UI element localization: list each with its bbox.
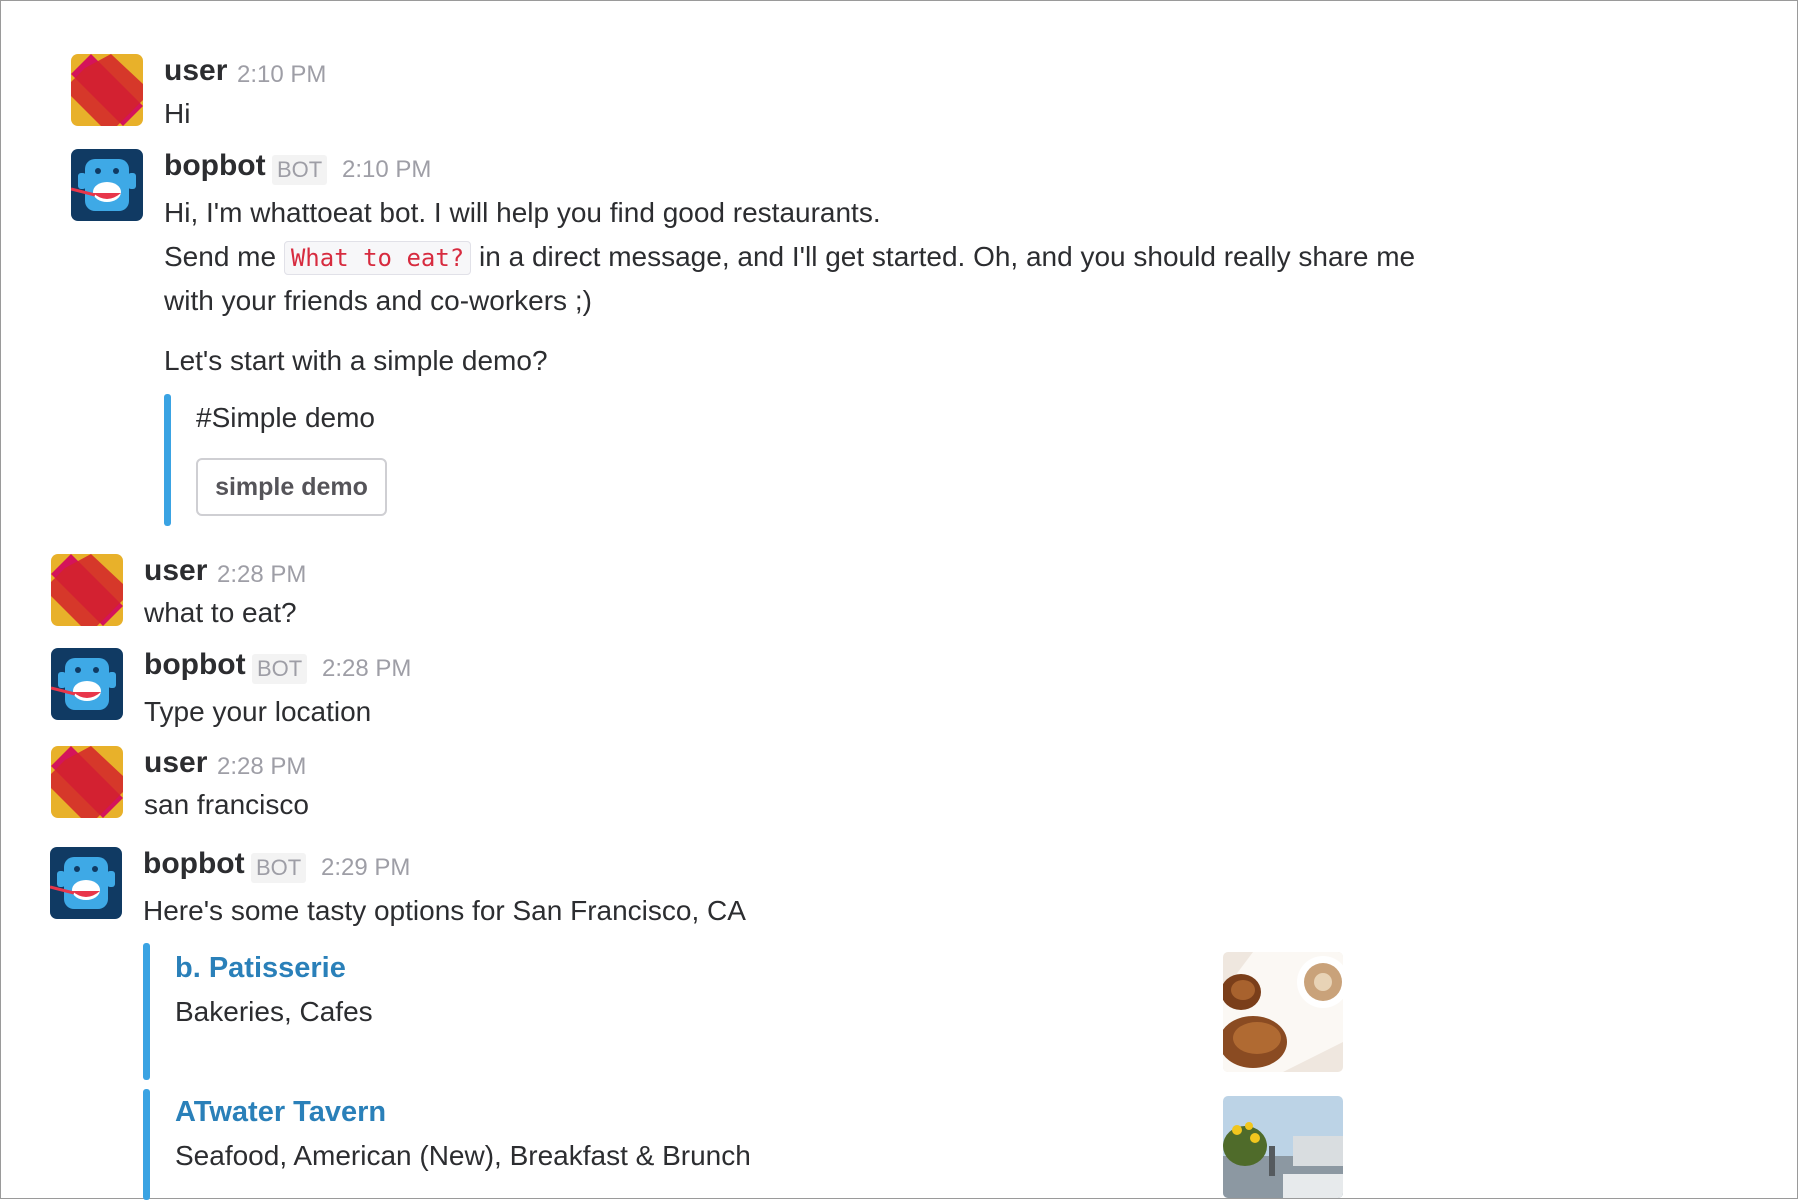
attachment-bar	[164, 394, 171, 526]
message-text: Here's some tasty options for San Franci…	[143, 895, 746, 926]
message-text: with your friends and co-workers ;)	[164, 285, 592, 316]
sender-name[interactable]: bopbot	[143, 847, 245, 881]
message-text: Send me	[164, 241, 284, 272]
user-avatar[interactable]	[71, 54, 143, 126]
timestamp[interactable]: 2:29 PM	[321, 854, 410, 882]
restaurant-categories: Bakeries, Cafes	[175, 996, 373, 1027]
message-text: what to eat?	[144, 597, 297, 628]
timestamp[interactable]: 2:28 PM	[322, 655, 411, 683]
restaurant-thumbnail[interactable]	[1223, 952, 1343, 1072]
attachment-bar	[143, 1089, 150, 1200]
attachment-title: #Simple demo	[196, 402, 375, 433]
restaurant-categories: Seafood, American (New), Breakfast & Bru…	[175, 1140, 751, 1171]
sender-name[interactable]: bopbot	[164, 149, 266, 183]
bot-badge: BOT	[251, 853, 307, 883]
message-text: san francisco	[144, 789, 309, 820]
message-text-line2: Send me What to eat? in a direct message…	[164, 240, 1415, 275]
chat-frame: user 2:10 PM Hi bopbot BOT 2:10 PM Hi, I…	[0, 0, 1798, 1200]
simple-demo-button[interactable]: simple demo	[196, 458, 387, 516]
bot-avatar[interactable]	[51, 648, 123, 720]
sender-name[interactable]: user	[144, 554, 207, 588]
timestamp[interactable]: 2:10 PM	[342, 156, 431, 184]
attachment-bar	[143, 943, 150, 1080]
bot-badge: BOT	[252, 654, 308, 684]
inline-code: What to eat?	[283, 241, 472, 275]
message-text: Type your location	[144, 696, 372, 727]
timestamp[interactable]: 2:28 PM	[217, 561, 306, 589]
message-text: in a direct message, and I'll get starte…	[471, 241, 1416, 272]
timestamp[interactable]: 2:10 PM	[237, 61, 326, 89]
user-avatar[interactable]	[51, 746, 123, 818]
sender-name[interactable]: bopbot	[144, 648, 246, 682]
restaurant-link[interactable]: b. Patisserie	[175, 952, 346, 985]
timestamp[interactable]: 2:28 PM	[217, 753, 306, 781]
user-avatar[interactable]	[51, 554, 123, 626]
sender-name[interactable]: user	[144, 746, 207, 780]
message-text: Let's start with a simple demo?	[164, 345, 548, 376]
restaurant-thumbnail[interactable]	[1223, 1096, 1343, 1198]
message-text: Hi, I'm whattoeat bot. I will help you f…	[164, 197, 881, 228]
sender-name[interactable]: user	[164, 54, 227, 88]
message-text: Hi	[164, 98, 191, 129]
restaurant-link[interactable]: ATwater Tavern	[175, 1096, 386, 1129]
bot-avatar[interactable]	[50, 847, 122, 919]
bot-avatar[interactable]	[71, 149, 143, 221]
bot-badge: BOT	[272, 155, 328, 185]
